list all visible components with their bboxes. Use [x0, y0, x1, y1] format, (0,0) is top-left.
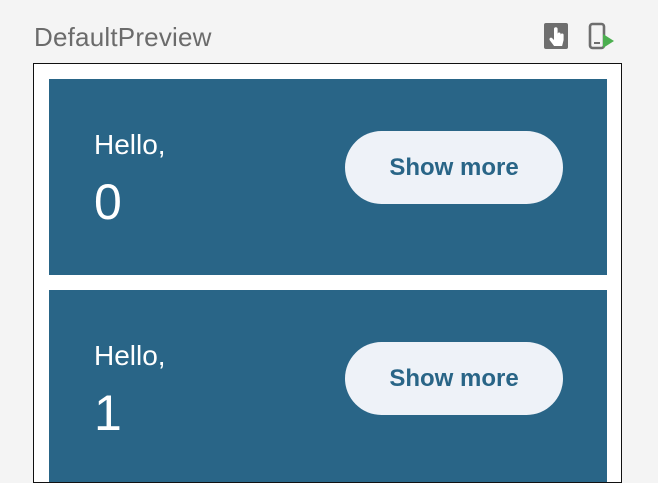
greeting-card: Hello, 1 Show more — [49, 290, 607, 482]
greeting-name: 1 — [94, 385, 122, 441]
greeting-name: 0 — [94, 174, 122, 230]
greeting-card: Hello, 0 Show more — [49, 79, 607, 275]
interactive-mode-icon[interactable] — [542, 21, 572, 53]
preview-title: DefaultPreview — [34, 22, 212, 52]
greeting-label: Hello, — [94, 129, 166, 160]
preview-frame: Hello, 0 Show more Hello, 1 Show more — [33, 63, 622, 483]
greeting-label: Hello, — [94, 340, 166, 371]
deploy-preview-icon[interactable] — [586, 21, 616, 53]
show-more-button[interactable]: Show more — [345, 131, 563, 204]
show-more-button[interactable]: Show more — [345, 342, 563, 415]
